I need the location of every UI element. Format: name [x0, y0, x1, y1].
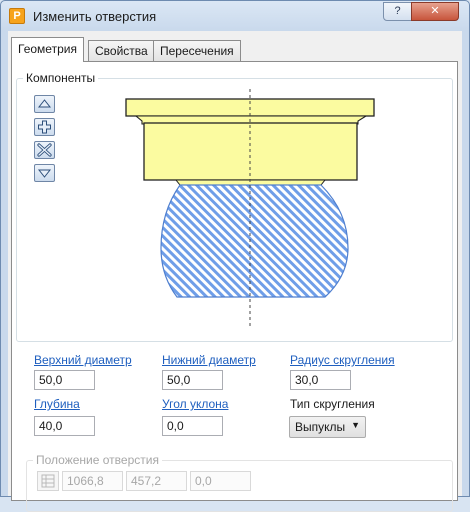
dialog-content: Геометрия Свойства Пересечения Компонент…	[8, 31, 462, 512]
selected-hatched-component[interactable]	[160, 184, 349, 298]
draft-angle-field[interactable]: 0,0	[162, 416, 223, 436]
fillet-radius-field[interactable]: 30,0	[290, 370, 351, 390]
position-z-field[interactable]: 0,0	[190, 471, 251, 491]
close-button[interactable]: ✕	[411, 2, 459, 21]
window-title: Изменить отверстия	[33, 9, 157, 24]
title-bar: P Изменить отверстия ? ✕	[1, 1, 469, 31]
bottom-diameter-field[interactable]: 50,0	[162, 370, 223, 390]
top-diameter-link[interactable]: Верхний диаметр	[34, 353, 132, 367]
depth-field[interactable]: 40,0	[34, 416, 95, 436]
tab-properties[interactable]: Свойства	[88, 40, 155, 61]
position-y-field[interactable]: 457,2	[126, 471, 187, 491]
hole-position-legend: Положение отверстия	[33, 453, 162, 467]
fillet-type-label: Тип скругления	[290, 397, 375, 411]
hole-preview	[125, 89, 375, 327]
bottom-diameter-link[interactable]: Нижний диаметр	[162, 353, 256, 367]
position-x-field[interactable]: 1066,8	[62, 471, 123, 491]
top-diameter-field[interactable]: 50,0	[34, 370, 95, 390]
chevron-down-icon: ▼	[351, 420, 360, 430]
table-icon	[41, 474, 55, 488]
tab-geometry[interactable]: Геометрия	[11, 37, 84, 62]
app-icon: P	[9, 8, 25, 24]
geometry-tab-panel: Компоненты Верхний диаметр 50,0 Нижний д…	[11, 61, 458, 512]
position-picker-button[interactable]	[37, 471, 59, 491]
draft-angle-link[interactable]: Угол уклона	[162, 397, 228, 411]
tab-intersections[interactable]: Пересечения	[153, 40, 241, 61]
fillet-radius-link[interactable]: Радиус скругления	[290, 353, 395, 367]
fillet-type-select[interactable]: Выпуклы ▼	[289, 416, 366, 438]
depth-link[interactable]: Глубина	[34, 397, 80, 411]
fillet-type-value: Выпуклы	[295, 420, 346, 434]
help-button[interactable]: ?	[383, 2, 412, 21]
dialog-window: P Изменить отверстия ? ✕ Геометрия Свойс…	[0, 0, 470, 512]
